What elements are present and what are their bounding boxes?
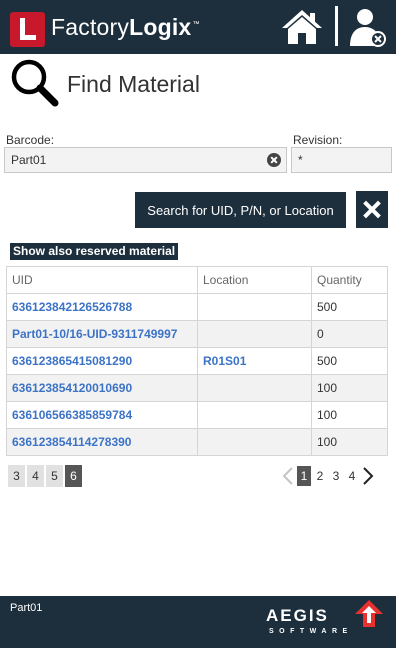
quantity-cell: 100 (311, 428, 388, 456)
location-link[interactable] (197, 428, 312, 456)
aegis-wordmark: AEGIS (266, 606, 329, 625)
uid-link[interactable]: 636123842126526788 (6, 293, 198, 321)
page-button[interactable]: 3 (8, 465, 25, 487)
chevron-left-icon[interactable] (281, 466, 295, 486)
aegis-arrow-icon (355, 600, 383, 627)
revision-label: Revision: (293, 133, 343, 147)
page-button[interactable]: 4 (345, 466, 359, 486)
app-brand: FactoryLogix™ (51, 14, 200, 41)
aegis-logo: AEGIS SOFTWARE (266, 600, 383, 635)
show-reserved-toggle[interactable]: Show also reserved material (10, 243, 179, 260)
uid-link[interactable]: 636123854120010690 (6, 374, 198, 402)
barcode-label: Barcode: (6, 133, 55, 147)
search-icon (11, 59, 59, 107)
quantity-cell: 0 (311, 320, 388, 348)
table-row: Part01-10/16-UID-9311749997 0 (6, 320, 388, 348)
column-header-quantity[interactable]: Quantity (311, 266, 388, 294)
brand-tm: ™ (192, 21, 200, 29)
factorylogix-logo-icon (10, 12, 45, 47)
page-button[interactable]: 4 (27, 465, 44, 487)
table-row: 636106566385859784 100 (6, 401, 388, 429)
quantity-cell: 100 (311, 401, 388, 429)
brand-plain: Factory (51, 14, 130, 40)
clear-barcode-icon[interactable] (267, 153, 281, 167)
uid-link[interactable]: Part01-10/16-UID-9311749997 (6, 320, 198, 348)
brand-bold: Logix (129, 14, 192, 40)
header-divider (335, 6, 338, 46)
column-header-uid[interactable]: UID (6, 266, 198, 294)
location-link[interactable] (197, 320, 312, 348)
app-header: FactoryLogix™ (0, 0, 396, 54)
table-row: 636123854120010690 100 (6, 374, 388, 402)
quantity-cell: 500 (311, 293, 388, 321)
location-link[interactable]: R01S01 (197, 347, 312, 375)
table-row: 636123854114278390 100 (6, 428, 388, 456)
uid-link[interactable]: 636123865415081290 (6, 347, 198, 375)
column-header-location[interactable]: Location (197, 266, 312, 294)
user-remove-icon[interactable] (348, 6, 388, 48)
page-button[interactable]: 5 (46, 465, 63, 487)
material-table: UID Location Quantity 636123842126526788… (6, 266, 388, 456)
barcode-input[interactable]: Part01 (4, 147, 287, 173)
quantity-cell: 500 (311, 347, 388, 375)
page-button-active[interactable]: 6 (65, 465, 82, 487)
aegis-subtitle: SOFTWARE (269, 628, 353, 635)
page-button-active[interactable]: 1 (297, 466, 311, 486)
uid-link[interactable]: 636123854114278390 (6, 428, 198, 456)
pager-right: 1 2 3 4 (281, 466, 375, 486)
page-title: Find Material (67, 71, 200, 97)
table-row: 636123842126526788 500 (6, 293, 388, 321)
pager-left: 3 4 5 6 (8, 465, 82, 487)
chevron-right-icon[interactable] (361, 466, 375, 486)
search-button[interactable]: Search for UID, P/N, or Location (135, 192, 346, 228)
footer-status-text: Part01 (10, 602, 43, 614)
home-icon[interactable] (281, 8, 323, 46)
table-row: 636123865415081290 R01S01 500 (6, 347, 388, 375)
close-icon[interactable] (356, 191, 388, 228)
uid-link[interactable]: 636106566385859784 (6, 401, 198, 429)
app-footer: Part01 (0, 596, 396, 648)
location-link[interactable] (197, 374, 312, 402)
quantity-cell: 100 (311, 374, 388, 402)
page-button[interactable]: 3 (329, 466, 343, 486)
location-link[interactable] (197, 293, 312, 321)
revision-input[interactable]: * (291, 147, 392, 173)
page-button[interactable]: 2 (313, 466, 327, 486)
location-link[interactable] (197, 401, 312, 429)
